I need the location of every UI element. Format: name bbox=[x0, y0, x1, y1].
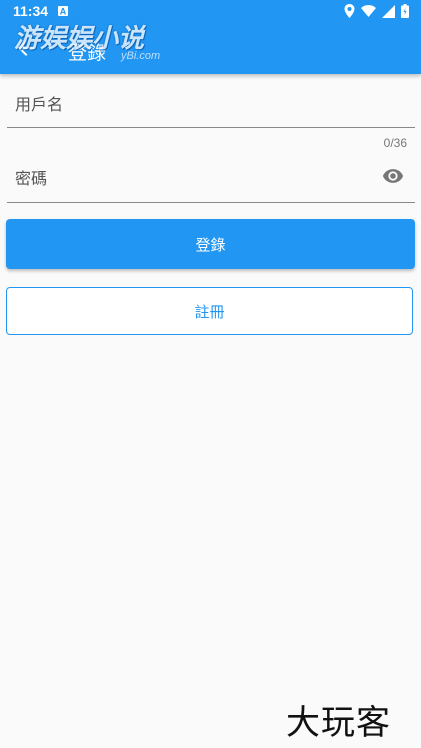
watermark-logo-sub: yBi.com bbox=[121, 50, 161, 62]
signal-icon bbox=[382, 4, 395, 18]
app-bar: 11:34 A 登錄 游娱娱小说 yBi.com bbox=[0, 0, 421, 74]
eye-icon[interactable] bbox=[382, 165, 404, 187]
notification-a-icon: A bbox=[58, 6, 68, 16]
username-label: 用戶名 bbox=[15, 95, 64, 114]
battery-icon bbox=[401, 4, 409, 18]
watermark-brand: 大玩客 bbox=[286, 703, 391, 743]
password-label: 密碼 bbox=[15, 169, 48, 188]
username-underline bbox=[7, 127, 415, 128]
password-underline bbox=[7, 202, 415, 203]
svg-text:A: A bbox=[60, 7, 67, 17]
username-field[interactable]: 用戶名 bbox=[7, 74, 415, 130]
register-button[interactable]: 註冊 bbox=[6, 287, 413, 335]
password-counter: 0/36 bbox=[383, 136, 407, 150]
login-button[interactable]: 登錄 bbox=[6, 219, 415, 269]
location-icon bbox=[344, 4, 355, 18]
wifi-icon bbox=[361, 5, 376, 17]
password-field[interactable]: 0/36 密碼 bbox=[7, 130, 415, 210]
status-icons bbox=[344, 4, 409, 18]
status-time: 11:34 bbox=[13, 3, 49, 19]
